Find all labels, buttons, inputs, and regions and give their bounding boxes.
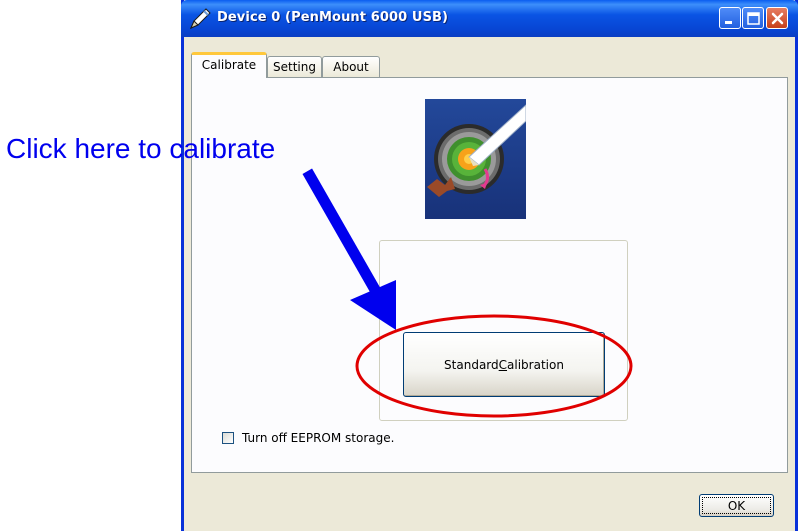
standard-calibration-mnemonic: C <box>498 357 508 372</box>
tab-calibrate[interactable]: Calibrate <box>191 52 267 78</box>
standard-calibration-label-prefix: Standard <box>444 357 499 372</box>
minimize-button[interactable] <box>719 7 741 29</box>
close-icon <box>771 12 784 25</box>
tab-setting[interactable]: Setting <box>267 56 322 77</box>
device-window: Device 0 (PenMount 6000 USB) Calibrate S… <box>181 0 798 531</box>
calibrate-panel: Standard Calibration Turn off EEPROM sto… <box>191 77 788 473</box>
eeprom-checkbox-label[interactable]: Turn off EEPROM storage. <box>242 431 394 445</box>
eeprom-option: Turn off EEPROM storage. <box>222 430 394 446</box>
pen-icon <box>187 7 213 31</box>
maximize-button[interactable] <box>742 7 764 29</box>
title-bar[interactable]: Device 0 (PenMount 6000 USB) <box>181 0 798 37</box>
minimize-icon <box>725 21 732 24</box>
target-calibration-logo <box>425 99 527 219</box>
standard-calibration-button[interactable]: Standard Calibration <box>403 332 605 397</box>
standard-calibration-label-suffix: alibration <box>507 357 564 372</box>
maximize-icon <box>747 12 760 25</box>
eeprom-checkbox[interactable] <box>222 432 234 444</box>
tab-about[interactable]: About <box>322 56 380 77</box>
ok-button[interactable]: OK <box>699 494 774 517</box>
close-button[interactable] <box>766 7 788 29</box>
window-title: Device 0 (PenMount 6000 USB) <box>217 10 449 25</box>
annotation-text: Click here to calibrate <box>6 133 276 164</box>
